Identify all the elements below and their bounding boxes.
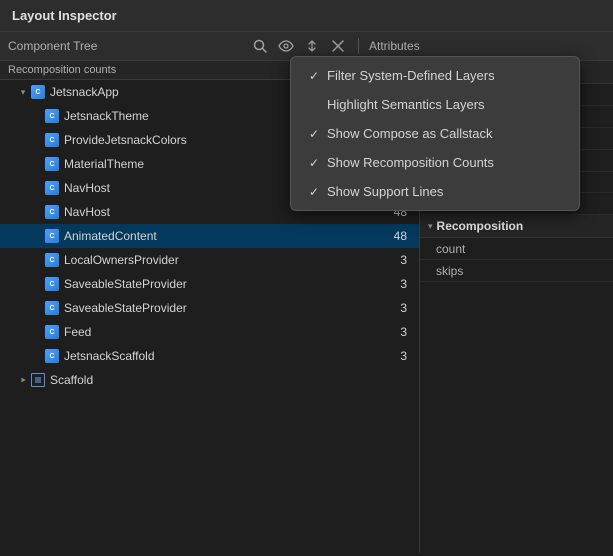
tree-item-jetsnackscaffold[interactable]: ▾ C JetsnackScaffold 3	[0, 344, 419, 368]
menu-item-filter-system[interactable]: ✓ Filter System-Defined Layers	[291, 61, 579, 90]
tree-count-animatedcontent: 48	[385, 229, 415, 243]
menu-label-filter-system: Filter System-Defined Layers	[327, 68, 495, 83]
compose-icon-navhost1: C	[44, 180, 60, 196]
attr-skips[interactable]: skips	[420, 260, 613, 282]
tree-item-feed[interactable]: ▾ C Feed 3	[0, 320, 419, 344]
attr-name-count: count	[436, 242, 465, 256]
menu-label-show-compose: Show Compose as Callstack	[327, 126, 492, 141]
compose-icon-jetsnacktheme: C	[44, 108, 60, 124]
search-icon[interactable]	[250, 36, 270, 56]
menu-item-show-compose[interactable]: ✓ Show Compose as Callstack	[291, 119, 579, 148]
tree-item-scaffold[interactable]: ▾ Scaffold	[0, 368, 419, 392]
compose-icon-jetsnackapp: C	[30, 84, 46, 100]
tree-label-jetsnackscaffold: JetsnackScaffold	[64, 349, 385, 363]
recomposition-title: Recomposition	[437, 219, 524, 233]
menu-check-filter-system: ✓	[305, 69, 323, 83]
menu-check-show-support: ✓	[305, 185, 323, 199]
tree-label-feed: Feed	[64, 325, 385, 339]
close-icon[interactable]	[328, 36, 348, 56]
compose-icon-animatedcontent: C	[44, 228, 60, 244]
compose-icon-localownersprovider: C	[44, 252, 60, 268]
menu-item-show-recomposition[interactable]: ✓ Show Recomposition Counts	[291, 148, 579, 177]
menu-check-show-recomposition: ✓	[305, 156, 323, 170]
eye-icon[interactable]	[276, 36, 296, 56]
compose-icon-providejetsnackcolors: C	[44, 132, 60, 148]
tree-item-localownersprovider[interactable]: ▾ C LocalOwnersProvider 3	[0, 248, 419, 272]
sort-icon[interactable]	[302, 36, 322, 56]
compose-icon-saveablestateprovider1: C	[44, 276, 60, 292]
title-bar: Layout Inspector	[0, 0, 613, 32]
menu-label-highlight-semantics: Highlight Semantics Layers	[327, 97, 485, 112]
tree-count-saveablestateprovider2: 3	[385, 301, 415, 315]
tree-arrow-scaffold: ▾	[16, 373, 30, 387]
dropdown-menu: ✓ Filter System-Defined Layers Highlight…	[290, 56, 580, 211]
menu-item-show-support[interactable]: ✓ Show Support Lines	[291, 177, 579, 206]
tree-arrow-jetsnackapp: ▾	[16, 85, 30, 99]
menu-check-show-compose: ✓	[305, 127, 323, 141]
tree-count-feed: 3	[385, 325, 415, 339]
component-tree-label: Component Tree	[8, 39, 244, 53]
compose-icon-materialtheme: C	[44, 156, 60, 172]
layout-icon-scaffold	[30, 372, 46, 388]
tree-count-jetsnackscaffold: 3	[385, 349, 415, 363]
attributes-label: Attributes	[369, 39, 605, 53]
tree-label-scaffold: Scaffold	[50, 373, 385, 387]
compose-icon-feed: C	[44, 324, 60, 340]
menu-item-highlight-semantics[interactable]: Highlight Semantics Layers	[291, 90, 579, 119]
tree-label-saveablestateprovider1: SaveableStateProvider	[64, 277, 385, 291]
tree-item-animatedcontent[interactable]: ▾ C AnimatedContent 48	[0, 224, 419, 248]
tree-label-animatedcontent: AnimatedContent	[64, 229, 385, 243]
tree-count-saveablestateprovider1: 3	[385, 277, 415, 291]
tree-count-localownersprovider: 3	[385, 253, 415, 267]
attr-count[interactable]: count	[420, 238, 613, 260]
compose-icon-jetsnackscaffold: C	[44, 348, 60, 364]
recomposition-arrow: ▾	[428, 221, 433, 232]
window-title: Layout Inspector	[12, 8, 117, 23]
tree-label-saveablestateprovider2: SaveableStateProvider	[64, 301, 385, 315]
compose-icon-saveablestateprovider2: C	[44, 300, 60, 316]
tree-item-saveablestateprovider1[interactable]: ▾ C SaveableStateProvider 3	[0, 272, 419, 296]
attr-name-skips: skips	[436, 264, 463, 278]
tree-item-saveablestateprovider2[interactable]: ▾ C SaveableStateProvider 3	[0, 296, 419, 320]
menu-label-show-support: Show Support Lines	[327, 184, 443, 199]
compose-icon-navhost2: C	[44, 204, 60, 220]
recomposition-section-header[interactable]: ▾ Recomposition	[420, 215, 613, 238]
tree-label-localownersprovider: LocalOwnersProvider	[64, 253, 385, 267]
divider	[358, 38, 359, 54]
menu-label-show-recomposition: Show Recomposition Counts	[327, 155, 494, 170]
